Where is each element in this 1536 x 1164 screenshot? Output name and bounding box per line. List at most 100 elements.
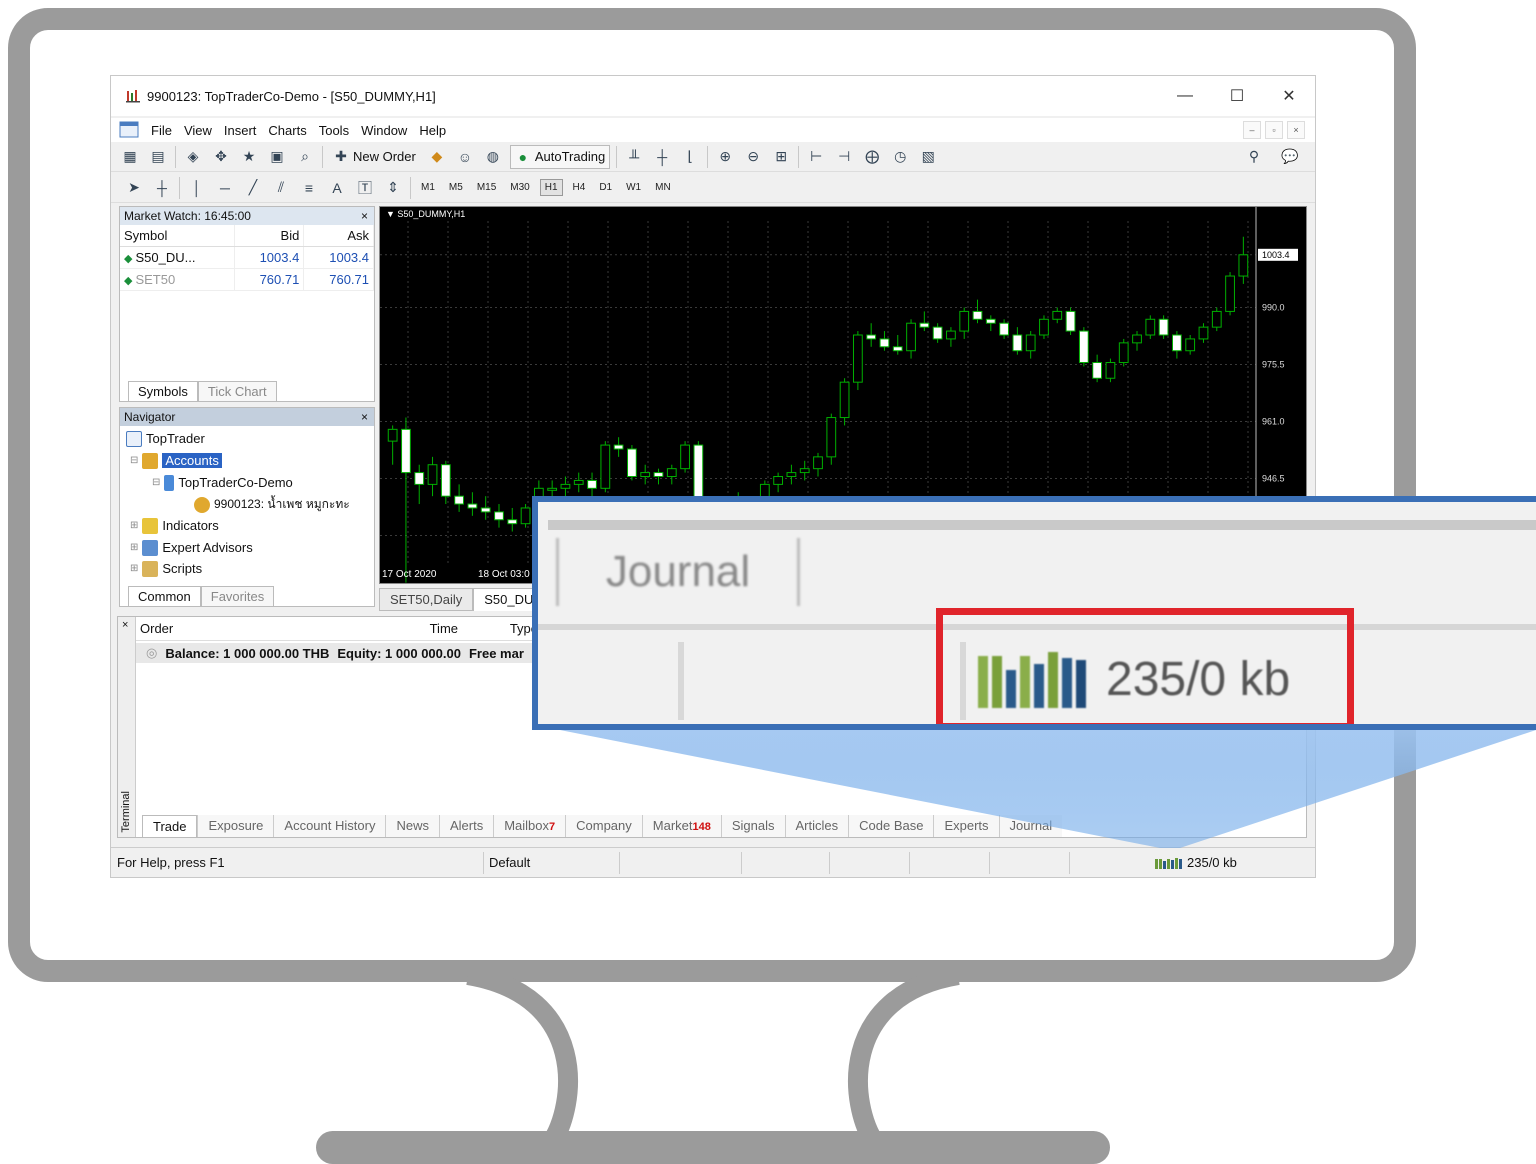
bar-chart-icon[interactable]: ╨ [623,146,645,168]
line-chart-icon[interactable]: ⌊ [679,146,701,168]
column-header-order[interactable]: Order [140,621,376,636]
maximize-button[interactable]: ☐ [1211,76,1263,116]
arrows-icon[interactable]: ⇕ [382,177,404,199]
terminal-icon[interactable]: ▣ [266,146,288,168]
tab-articles[interactable]: Articles [784,815,849,837]
tab-chart-set50[interactable]: SET50,Daily [379,588,474,611]
auto-scroll-icon[interactable]: ⊢ [805,146,827,168]
tab-company[interactable]: Company [565,815,642,837]
crosshair-icon[interactable]: ┼ [151,177,173,199]
timeframe-m15[interactable]: M15 [473,180,500,195]
tab-mailbox[interactable]: Mailbox7 [493,815,566,837]
terminal-close-button[interactable]: × [122,619,128,631]
fibonacci-icon[interactable]: ≡ [298,177,320,199]
indicators-icon[interactable]: ⨁ [861,146,883,168]
tree-item-scripts[interactable]: ⊞ Scripts [130,558,202,579]
mdi-minimize-button[interactable]: – [1243,121,1261,139]
tab-signals[interactable]: Signals [720,815,785,837]
timeframe-m30[interactable]: M30 [506,180,533,195]
signals-icon[interactable]: ◍ [482,146,504,168]
tab-market[interactable]: Market148 [641,815,721,837]
tab-tick-chart[interactable]: Tick Chart [197,381,277,401]
tree-item-experts[interactable]: ⊞ Expert Advisors [130,537,253,558]
tree-item-accounts[interactable]: ⊟ Accounts [130,450,222,471]
vertical-line-icon[interactable]: │ [186,177,208,199]
menu-file[interactable]: File [151,123,172,138]
zoom-in-icon[interactable]: ⊕ [714,146,736,168]
timeframe-h4[interactable]: H4 [569,180,590,195]
autotrading-button[interactable]: ● AutoTrading [509,144,611,169]
column-header-bid[interactable]: Bid [234,225,305,247]
strategy-tester-icon[interactable]: ⌕ [294,146,316,168]
timeframe-m5[interactable]: M5 [445,180,467,195]
tree-item-account[interactable]: 9900123: น้ำเพช หมูกะทะ [194,494,350,515]
tree-item-indicators[interactable]: ⊞ Indicators [130,515,219,536]
data-window-icon[interactable]: ✥ [210,146,232,168]
new-chart-icon[interactable]: ▦ [119,146,141,168]
navigator-close-button[interactable]: × [361,408,368,426]
text-tool-icon[interactable]: A [326,177,348,199]
candlestick-icon[interactable]: ┼ [651,146,673,168]
table-row[interactable]: ◆ SET50 760.71 760.71 [120,268,374,291]
periods-icon[interactable]: ◷ [889,146,911,168]
expand-icon[interactable]: ⊞ [130,563,138,574]
timeframe-mn[interactable]: MN [651,180,675,195]
column-header-time[interactable]: Time [376,621,458,636]
menu-help[interactable]: Help [419,123,446,138]
search-icon[interactable]: ⚲ [1243,146,1265,168]
mdi-restore-button[interactable]: ▫ [1265,121,1283,139]
minimize-button[interactable]: — [1159,76,1211,116]
tab-common[interactable]: Common [128,586,201,606]
profiles-icon[interactable]: ▤ [147,146,169,168]
market-watch-icon[interactable]: ◈ [182,146,204,168]
status-connection[interactable]: 235/0 kb [1155,855,1237,870]
menu-tools[interactable]: Tools [319,123,349,138]
chat-icon[interactable]: 💬 [1279,146,1301,168]
tab-news[interactable]: News [385,815,439,837]
close-button[interactable]: ✕ [1263,76,1315,116]
tab-account-history[interactable]: Account History [273,815,386,837]
tab-experts[interactable]: Experts [933,815,999,837]
column-header-symbol[interactable]: Symbol [120,225,235,247]
timeframe-w1[interactable]: W1 [622,180,645,195]
expand-icon[interactable]: ⊞ [130,520,138,531]
menu-view[interactable]: View [184,123,212,138]
tab-favorites[interactable]: Favorites [200,586,275,606]
column-header-type[interactable]: Type [458,621,538,636]
column-header-ask[interactable]: Ask [303,225,374,247]
horizontal-line-icon[interactable]: ─ [214,177,236,199]
collapse-icon[interactable]: ⊟ [152,477,160,488]
menu-insert[interactable]: Insert [224,123,257,138]
expand-icon[interactable]: ⊞ [130,542,138,553]
metaeditor-icon[interactable]: ◆ [426,146,448,168]
text-label-icon[interactable]: 🅃 [354,177,376,199]
mdi-close-button[interactable]: × [1287,121,1305,139]
timeframe-d1[interactable]: D1 [595,180,616,195]
tab-exposure[interactable]: Exposure [197,815,274,837]
tree-item-root[interactable]: TopTrader [126,428,205,449]
tab-trade[interactable]: Trade [142,815,198,837]
menu-charts[interactable]: Charts [268,123,306,138]
timeframe-h1[interactable]: H1 [539,179,563,196]
chart-shift-icon[interactable]: ⊣ [833,146,855,168]
tile-windows-icon[interactable]: ⊞ [770,146,792,168]
trendline-icon[interactable]: ╱ [242,177,264,199]
collapse-icon[interactable]: ⊟ [130,455,138,466]
tree-item-server[interactable]: ⊟ TopTraderCo-Demo [152,472,293,493]
channel-icon[interactable]: ⫽ [270,177,292,199]
zoom-out-icon[interactable]: ⊖ [742,146,764,168]
tab-alerts[interactable]: Alerts [438,815,494,837]
community-icon[interactable]: ☺ [454,146,476,168]
tab-symbols[interactable]: Symbols [128,381,198,401]
templates-icon[interactable]: ▧ [917,146,939,168]
candle-body [1105,362,1116,379]
cursor-icon[interactable]: ➤ [123,177,145,199]
menu-window[interactable]: Window [361,123,407,138]
tab-journal[interactable]: Journal [998,815,1063,837]
new-order-button[interactable]: ✚ New Order [329,145,420,169]
timeframe-m1[interactable]: M1 [417,180,439,195]
tab-code-base[interactable]: Code Base [848,815,934,837]
table-row[interactable]: ◆ S50_DU... 1003.4 1003.4 [120,246,374,269]
navigator-icon[interactable]: ★ [238,146,260,168]
market-watch-close-button[interactable]: × [361,207,368,225]
